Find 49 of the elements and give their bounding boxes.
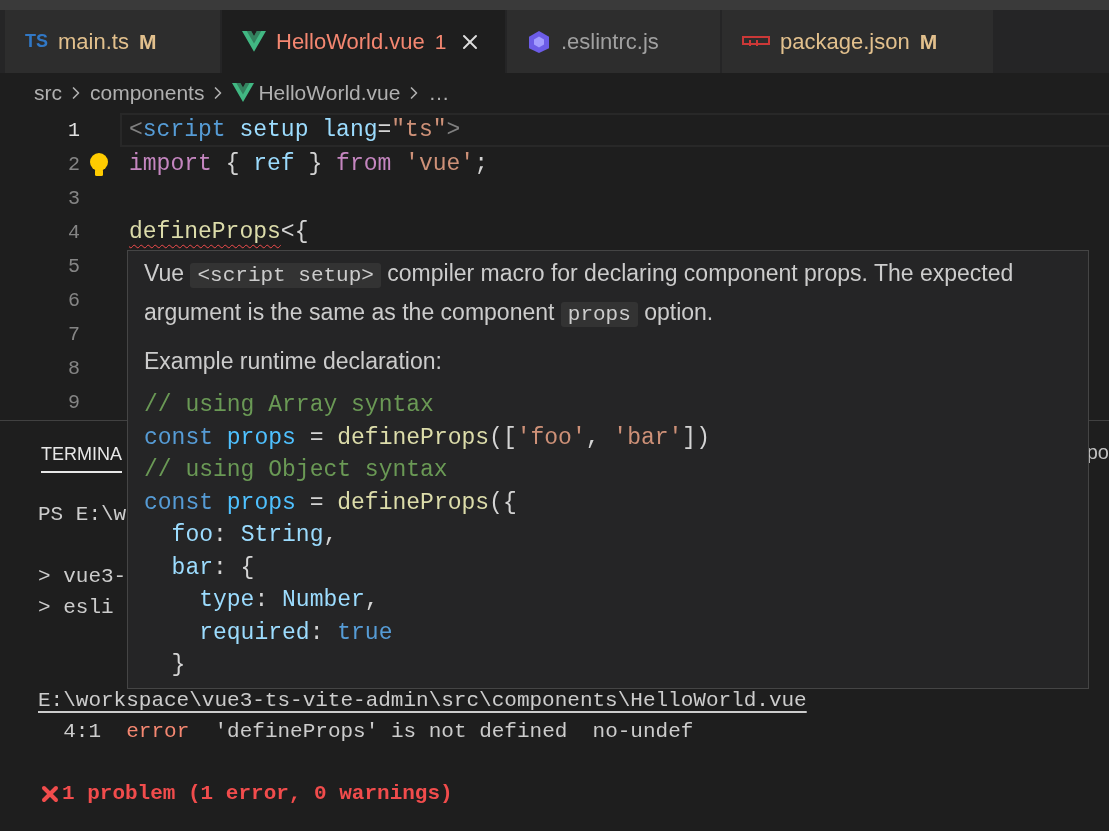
error-message: 'defineProps' is not defined [214,720,568,743]
doc-paragraph: Vue <script setup> compiler macro for declaring component props. The expected argument is the same as the component props option. [144,259,1015,329]
code-line: type: Number, [198,587,379,614]
breadcrumb-item[interactable]: HelloWorld.vue [258,81,401,105]
status-label: M [138,29,157,54]
terminal-line: > vue3- [38,565,127,588]
line-number: 4 [67,220,80,244]
vue-icon [232,83,255,103]
code-line: const props = defineProps(['foo', 'bar']) [144,424,710,451]
file-path[interactable]: E:\workspace\vue3-ts-vite-admin\src\components\HelloWorld.vue [38,689,807,712]
status-label: M [919,29,938,54]
breadcrumb-item[interactable]: components [90,81,205,105]
line-number: 9 [67,390,80,414]
problem-summary: 1 problem (1 error, 0 warnings) [62,782,453,805]
line-number: 8 [67,356,80,380]
vue-icon [242,31,266,52]
code-line: <script setup lang="ts"> [129,117,461,143]
terminal-line: PS E:\w [38,503,127,526]
editor-tab[interactable]: package.json M [722,10,993,73]
breadcrumb-item[interactable]: … [428,81,450,105]
code-line: bar: { [170,554,255,581]
rule-name: no-undef [592,720,694,743]
error-severity: error [126,720,190,743]
code-line: // using Object syntax [144,457,448,484]
line-number: 2 [67,152,80,176]
line-number: 6 [67,288,80,312]
editor-tab[interactable]: TS main.ts M [5,10,220,73]
code-line: foo: String, [170,522,338,549]
error-position: 4:1 [62,720,102,743]
code-line: required: true [198,619,393,646]
line-number: 7 [67,322,80,346]
code-line: // using Array syntax [144,392,434,419]
status-label: 1 [434,29,447,54]
panel-tab[interactable]: TERMINA [41,436,122,473]
line-number: 5 [67,254,80,278]
line-number: 1 [67,118,80,142]
breadcrumb-item[interactable]: src [34,81,62,105]
code-line: defineProps<{ [129,219,309,245]
hexagon-icon [527,29,551,54]
editor-tab[interactable]: HelloWorld.vue 1 [222,10,505,73]
code-line: import { ref } from 'vue'; [129,151,488,177]
lightbulb-icon[interactable] [88,152,110,178]
line-number: 3 [67,186,80,210]
code-line: const props = defineProps({ [144,489,517,516]
terminal-line: > esli [38,596,114,619]
doc-paragraph: Example runtime declaration: [144,347,443,376]
typescript-icon: TS [25,31,48,52]
code-line: } [170,652,186,679]
editor-tab[interactable]: .eslintrc.js [507,10,720,73]
